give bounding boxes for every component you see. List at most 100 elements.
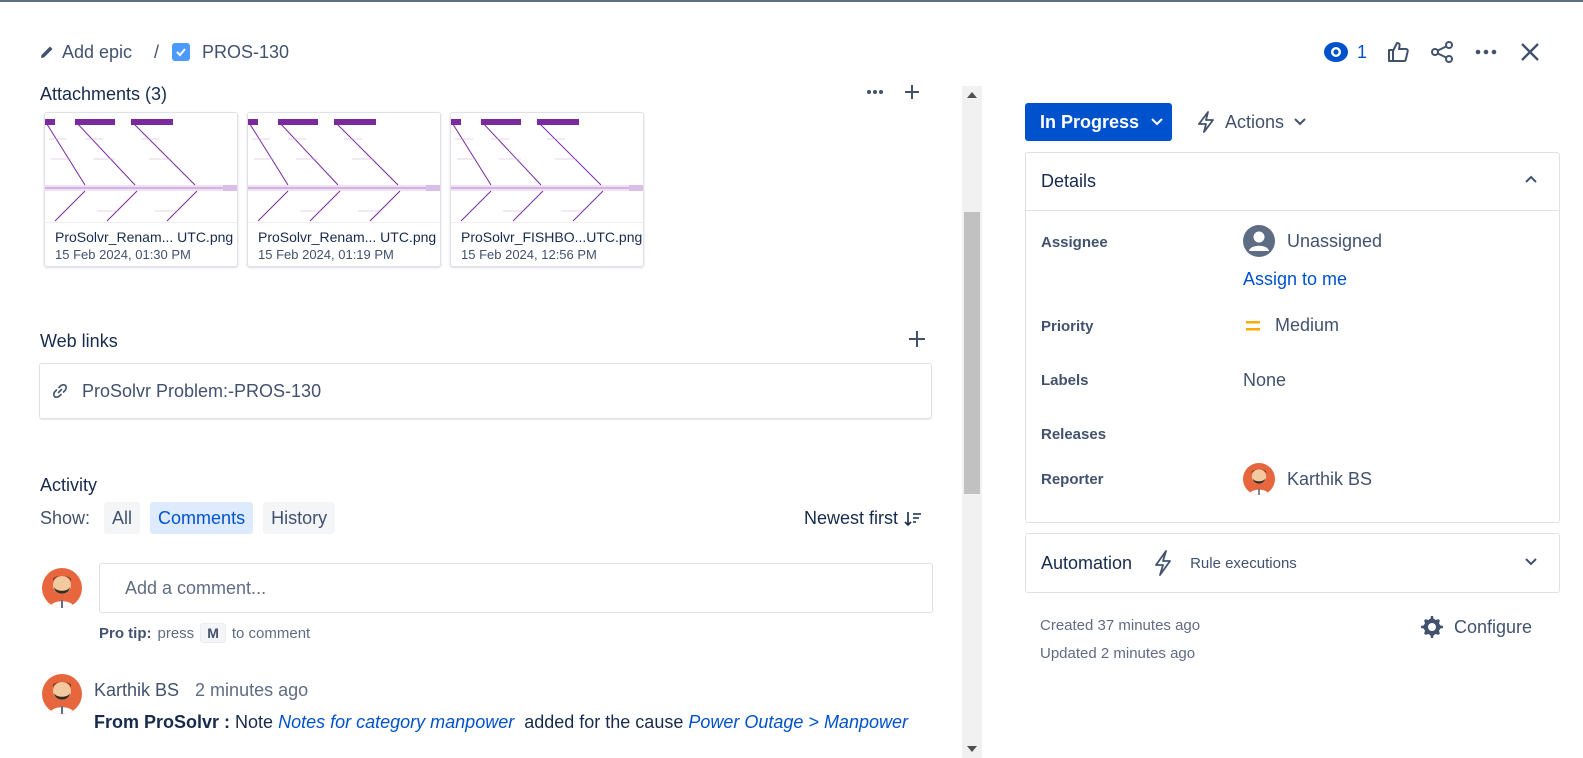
activity-filter-row: Show: All Comments History (40, 502, 345, 534)
activity-title: Activity (40, 475, 98, 495)
lightning-icon (1155, 550, 1171, 576)
header-actions: 1 (1323, 36, 1543, 68)
add-attachment-icon[interactable] (904, 84, 920, 100)
attachment-card[interactable]: ProSolvr_Renam... UTC.png 15 Feb 2024, 0… (247, 112, 441, 267)
rule-executions-label: Rule executions (1190, 554, 1297, 572)
filter-history-button[interactable]: History (263, 502, 336, 534)
add-epic-link[interactable]: Add epic (40, 40, 132, 64)
breadcrumb-separator: / (154, 41, 160, 62)
filter-comments-button[interactable]: Comments (150, 502, 254, 534)
web-link-text: ProSolvr Problem:-PROS-130 (82, 380, 322, 401)
pro-tip-label: Pro tip: (99, 624, 152, 642)
fishbone-diagram-thumbnail (248, 113, 440, 223)
issue-key-label: PROS-130 (202, 41, 290, 62)
attachment-name: ProSolvr_Renam... UTC.png (258, 229, 437, 245)
assignee-name: Unassigned (1287, 230, 1383, 251)
comment-body: From ProSolvr : Note Notes for category … (94, 712, 908, 733)
filter-all-button[interactable]: All (104, 502, 141, 534)
labels-label: Labels (1041, 372, 1089, 389)
releases-label: Releases (1041, 426, 1107, 443)
details-title: Details (1041, 171, 1097, 191)
reporter-name: Karthik BS (1287, 468, 1373, 489)
attachment-name: ProSolvr_Renam... UTC.png (55, 229, 234, 245)
more-button[interactable] (1473, 39, 1499, 65)
scroll-up-arrow[interactable] (967, 92, 977, 98)
reporter-value[interactable]: Karthik BS (1243, 463, 1372, 495)
automation-title: Automation (1041, 552, 1133, 573)
comment-time[interactable]: 2 minutes ago (195, 680, 308, 701)
chevron-down-icon (1151, 118, 1163, 126)
labels-value[interactable]: None (1243, 370, 1286, 391)
show-label: Show: (40, 507, 91, 528)
attachment-date: 15 Feb 2024, 01:19 PM (258, 247, 394, 262)
issue-main-panel: Attachments (3) ProSolvr_Renam... UTC.pn… (0, 84, 960, 758)
issue-header: Add epic / PROS-130 1 (0, 0, 1583, 84)
close-icon (1521, 43, 1539, 61)
more-horizontal-icon (1475, 49, 1497, 55)
assign-to-me-link[interactable]: Assign to me (1243, 269, 1347, 290)
configure-button[interactable]: Configure (1420, 615, 1532, 639)
shortcut-key: M (200, 623, 226, 643)
comment-header: Karthik BS 2 minutes ago (94, 680, 308, 701)
watch-count: 1 (1356, 41, 1367, 62)
automation-panel[interactable]: Automation Rule executions (1025, 533, 1560, 593)
close-button[interactable] (1517, 39, 1543, 65)
web-links-title: Web links (40, 331, 118, 351)
attachment-date: 15 Feb 2024, 01:30 PM (55, 247, 191, 262)
attachments-tools (866, 84, 920, 100)
web-link-item[interactable]: ProSolvr Problem:-PROS-130 (39, 363, 932, 419)
status-dropdown[interactable]: In Progress (1025, 103, 1172, 141)
comment-text-1: Note (235, 712, 274, 732)
details-panel: Details Assignee Unassigned Assign to me… (1025, 152, 1560, 523)
unassigned-user-icon (1243, 225, 1275, 257)
actions-dropdown[interactable]: Actions (1197, 103, 1306, 141)
share-button[interactable] (1429, 39, 1455, 65)
pro-tip-suffix: to comment (231, 624, 311, 642)
attachments-title: Attachments (3) (40, 84, 168, 104)
comment-author[interactable]: Karthik BS (94, 680, 179, 701)
add-epic-label: Add epic (62, 41, 133, 62)
gear-icon (1421, 616, 1443, 638)
chevron-down-icon (1525, 558, 1537, 566)
priority-name: Medium (1275, 315, 1340, 335)
plus-icon (909, 331, 925, 347)
pro-tip: Pro tip: press M to comment (99, 623, 310, 643)
reporter-avatar (1243, 463, 1275, 495)
attachment-card[interactable]: ProSolvr_FISHBO...UTC.png 15 Feb 2024, 1… (450, 112, 644, 267)
issue-key-link[interactable]: PROS-130 (172, 40, 289, 64)
scroll-down-arrow[interactable] (967, 746, 977, 752)
assignee-value[interactable]: Unassigned (1243, 225, 1382, 257)
priority-value[interactable]: Medium (1243, 315, 1339, 336)
pro-tip-press: press (157, 624, 195, 642)
task-type-icon (172, 43, 190, 61)
attachment-list: ProSolvr_Renam... UTC.png 15 Feb 2024, 0… (44, 112, 644, 267)
comment-cause: Power Outage > Manpower (688, 712, 908, 732)
sort-order-button[interactable]: Newest first (804, 508, 922, 529)
add-web-link-button[interactable] (908, 330, 926, 353)
scrollbar-thumb[interactable] (964, 212, 980, 494)
created-timestamp: Created 37 minutes ago (1040, 617, 1201, 634)
link-icon (53, 384, 67, 398)
attachment-card[interactable]: ProSolvr_Renam... UTC.png 15 Feb 2024, 0… (44, 112, 238, 267)
sort-label: Newest first (804, 508, 899, 528)
attachment-name: ProSolvr_FISHBO...UTC.png (461, 229, 643, 245)
attachment-date: 15 Feb 2024, 12:56 PM (461, 247, 597, 262)
eye-icon (1323, 42, 1348, 62)
assignee-label: Assignee (1041, 234, 1108, 251)
updated-timestamp: Updated 2 minutes ago (1040, 645, 1196, 662)
actions-label: Actions (1225, 111, 1285, 132)
main-panel-scrollbar[interactable] (962, 86, 982, 758)
lightning-icon (1198, 111, 1214, 133)
chevron-up-icon (1525, 175, 1537, 183)
status-label: In Progress (1040, 111, 1140, 132)
fishbone-diagram-thumbnail (45, 113, 237, 223)
comment-text-2: added for the cause (524, 712, 684, 732)
details-header[interactable]: Details (1026, 153, 1559, 211)
like-button[interactable] (1385, 39, 1411, 65)
reporter-label: Reporter (1041, 471, 1104, 488)
watch-button[interactable]: 1 (1323, 41, 1367, 63)
comment-author-avatar (42, 674, 82, 714)
fishbone-diagram-thumbnail (451, 113, 643, 223)
attachments-more-icon[interactable] (866, 89, 884, 95)
add-comment-input[interactable]: Add a comment... (99, 563, 933, 613)
